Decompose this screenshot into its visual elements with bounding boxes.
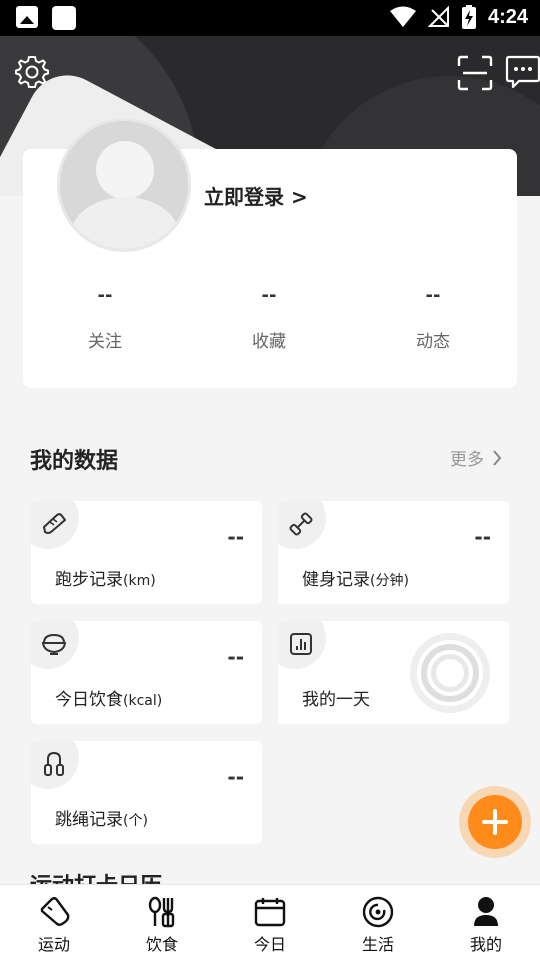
chat-bubble-icon [505, 55, 540, 89]
tile-value: -- [227, 645, 244, 669]
messages-button[interactable] [504, 54, 540, 90]
tile-label: 健身记录(分钟) [302, 570, 409, 590]
section-title-my-data: 我的数据 [30, 449, 119, 474]
no-signal-icon [427, 6, 449, 27]
tile-value: -- [227, 525, 244, 549]
stat-value: -- [425, 285, 441, 306]
wifi-icon [389, 6, 416, 27]
tile-fitness[interactable]: -- 健身记录(分钟) [278, 501, 509, 604]
life-icon [360, 895, 396, 929]
image-notification-icon [16, 6, 38, 28]
status-bar: 4:24 [0, 0, 540, 36]
running-shoe-icon [40, 510, 68, 538]
tab-life[interactable]: 生活 [324, 885, 432, 960]
tab-label: 我的 [469, 935, 502, 954]
stat-following[interactable]: -- 关注 [23, 285, 187, 352]
tile-label: 今日饮食(kcal) [55, 690, 163, 710]
more-button[interactable]: 更多 [450, 445, 502, 470]
scan-button[interactable] [456, 54, 494, 92]
utensils-icon [144, 895, 180, 929]
stat-label: 动态 [416, 332, 450, 352]
stat-value: -- [97, 285, 113, 306]
tile-my-day[interactable]: 我的一天 [278, 621, 509, 724]
stat-label: 收藏 [252, 332, 286, 352]
tab-mine[interactable]: 我的 [432, 885, 540, 960]
person-icon [468, 895, 504, 929]
dumbbell-icon [287, 510, 315, 538]
tile-diet[interactable]: -- 今日饮食(kcal) [31, 621, 262, 724]
bottom-tab-bar: 运动 饮食 今日 生活 我的 [0, 884, 540, 960]
stat-posts[interactable]: -- 动态 [351, 285, 515, 352]
battery-charging-icon [461, 5, 476, 29]
stat-label: 关注 [88, 332, 122, 352]
calendar-icon [252, 895, 288, 929]
chevron-right-icon [493, 449, 502, 466]
tab-sport[interactable]: 运动 [0, 885, 108, 960]
bowl-icon [40, 630, 68, 658]
activity-ring [410, 633, 490, 713]
tab-label: 生活 [361, 935, 394, 954]
gear-icon [15, 56, 49, 88]
jump-rope-icon [40, 750, 68, 778]
app-notification-icon [52, 6, 76, 30]
scan-icon [457, 55, 493, 91]
tile-value: -- [474, 525, 491, 549]
more-label: 更多 [450, 450, 484, 470]
tab-label: 运动 [37, 935, 70, 954]
add-record-button[interactable] [459, 786, 531, 858]
login-link[interactable]: 立即登录 > [204, 181, 308, 210]
tile-label: 我的一天 [302, 690, 370, 710]
stat-value: -- [261, 285, 277, 306]
stat-favorites[interactable]: -- 收藏 [187, 285, 351, 352]
tile-value: -- [227, 765, 244, 789]
tile-jump-rope[interactable]: -- 跳绳记录(个) [31, 741, 262, 844]
avatar[interactable] [57, 118, 191, 252]
clock: 4:24 [487, 5, 528, 28]
settings-button[interactable] [12, 52, 52, 92]
profile-stats: -- 关注 -- 收藏 -- 动态 [23, 285, 517, 352]
tile-label: 跑步记录(km) [55, 570, 156, 590]
section-title-checkin-calendar: 运动打卡日历 [30, 868, 162, 884]
shoe-icon [36, 895, 72, 929]
tab-label: 饮食 [145, 935, 178, 954]
tab-diet[interactable]: 饮食 [108, 885, 216, 960]
tab-label: 今日 [253, 935, 286, 954]
tile-label: 跳绳记录(个) [55, 810, 148, 830]
tile-running[interactable]: -- 跑步记录(km) [31, 501, 262, 604]
bar-chart-icon [287, 630, 315, 658]
plus-icon [482, 809, 508, 835]
tab-today[interactable]: 今日 [216, 885, 324, 960]
